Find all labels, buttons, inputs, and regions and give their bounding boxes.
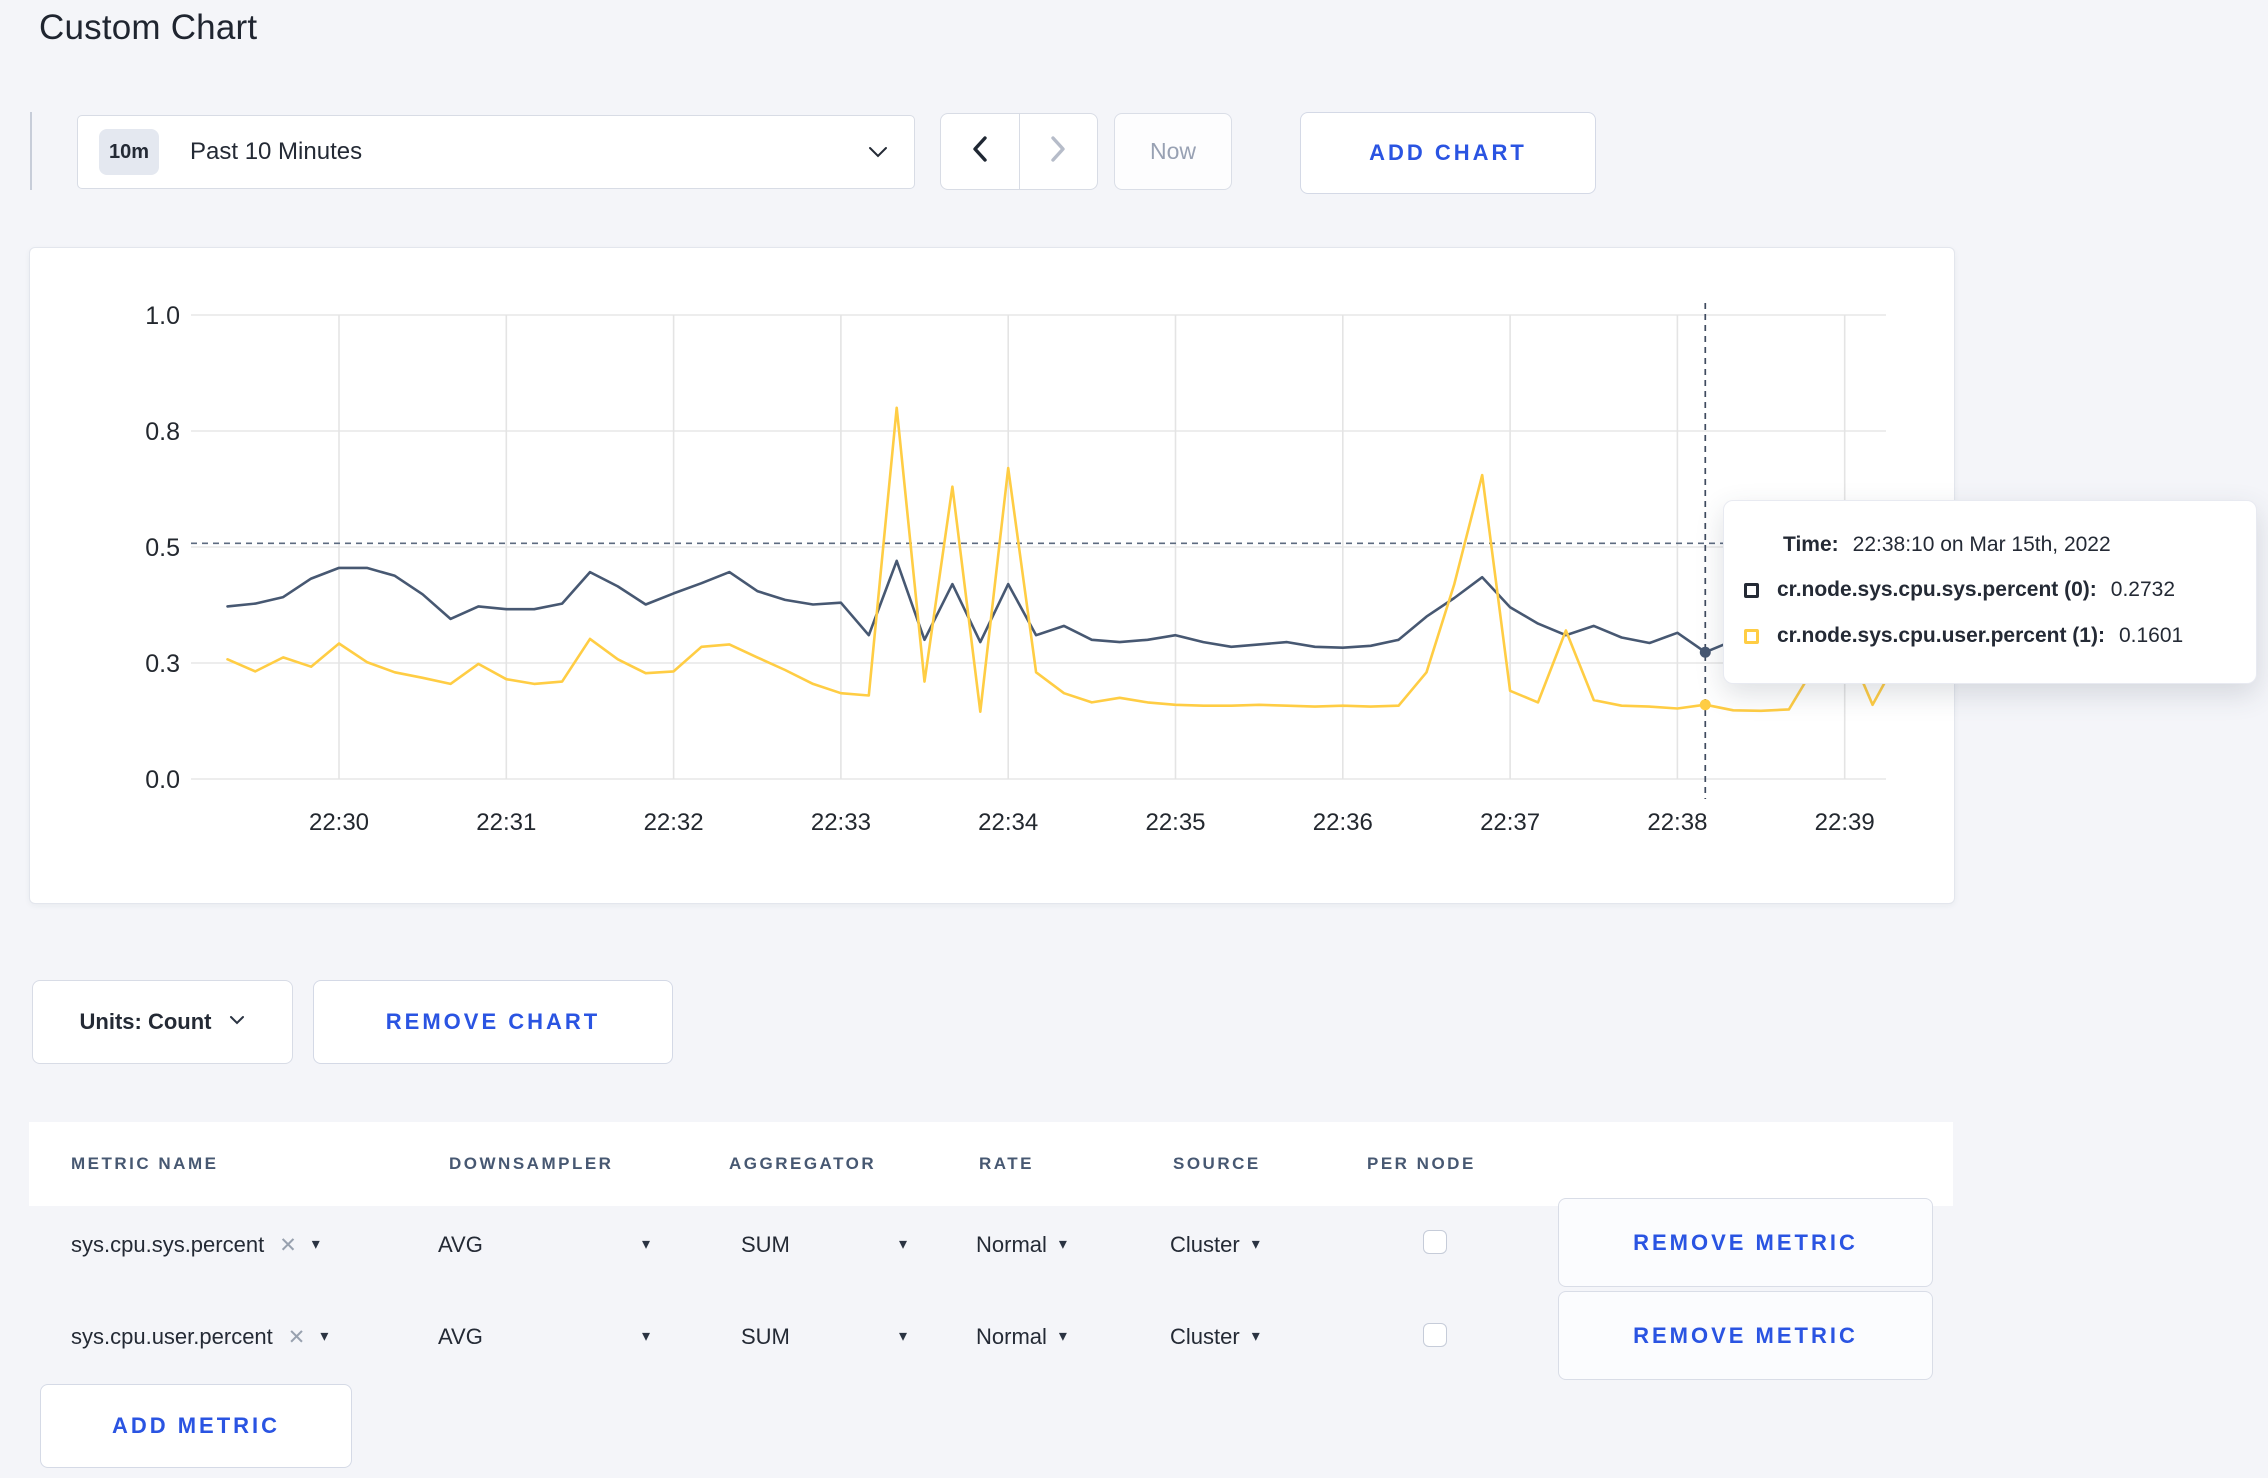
sys-hover-point — [1699, 646, 1711, 658]
column-header-rate: RATE — [979, 1154, 1035, 1173]
caret-down-icon: ▾ — [1058, 1236, 1067, 1253]
downsampler-select[interactable]: AVG ▾ — [438, 1315, 650, 1359]
column-header-per-node: PER NODE — [1367, 1154, 1476, 1173]
downsampler-value: AVG — [438, 1232, 483, 1257]
custom-chart-page: Custom Chart 10m Past 10 Minutes Now ADD… — [0, 0, 2268, 1478]
remove-metric-button[interactable]: REMOVE METRIC — [1558, 1291, 1933, 1380]
x-axis-tick-label: 22:35 — [1145, 809, 1205, 836]
downsampler-select[interactable]: AVG ▾ — [438, 1223, 650, 1267]
x-axis-tick-label: 22:39 — [1815, 809, 1875, 836]
page-title: Custom Chart — [39, 8, 258, 47]
rate-select[interactable]: Normal ▾ — [976, 1223, 1067, 1267]
toolbar-divider — [30, 112, 32, 190]
add-metric-button[interactable]: ADD METRIC — [40, 1384, 352, 1468]
tooltip-sys-value: 0.2732 — [2110, 578, 2176, 601]
y-axis-tick-label: 0.0 — [145, 766, 180, 794]
metric-name-select[interactable]: sys.cpu.user.percent ✕ ▾ — [71, 1315, 328, 1359]
caret-down-icon: ▾ — [1251, 1328, 1260, 1345]
metrics-table-header: METRIC NAME DOWNSAMPLER AGGREGATOR RATE … — [29, 1122, 1953, 1206]
x-axis-tick-label: 22:33 — [811, 809, 871, 836]
rate-value: Normal — [976, 1232, 1047, 1257]
caret-down-icon: ▾ — [898, 1236, 907, 1253]
aggregator-select[interactable]: SUM ▾ — [741, 1315, 907, 1359]
add-chart-button[interactable]: ADD CHART — [1300, 112, 1596, 194]
x-axis-tick-label: 22:31 — [476, 809, 536, 836]
y-axis-tick-label: 0.5 — [145, 534, 180, 562]
cpu-percent-line-chart[interactable]: 0.0 0.3 0.5 0.8 1.0 22:30 22:31 22:32 22:33 22:34… — [30, 248, 1956, 905]
x-axis-tick-label: 22:30 — [309, 809, 369, 836]
clear-metric-icon[interactable]: ✕ — [279, 1235, 297, 1256]
metric-name-value: sys.cpu.sys.percent — [71, 1232, 265, 1257]
x-axis-tick-label: 22:36 — [1313, 809, 1373, 836]
caret-down-icon: ▾ — [320, 1328, 329, 1345]
x-axis-tick-label: 22:32 — [644, 809, 704, 836]
rate-select[interactable]: Normal ▾ — [976, 1315, 1067, 1359]
sys-percent-legend-swatch-icon — [1744, 582, 1759, 598]
source-select[interactable]: Cluster ▾ — [1170, 1315, 1260, 1359]
rate-value: Normal — [976, 1324, 1047, 1349]
next-time-button[interactable] — [1018, 114, 1098, 189]
chart-hover-tooltip: Time: 22:38:10 on Mar 15th, 2022 cr.node… — [1723, 500, 2257, 684]
user-percent-legend-swatch-icon — [1744, 628, 1759, 644]
column-header-aggregator: AGGREGATOR — [729, 1154, 877, 1173]
y-axis-tick-label: 0.8 — [145, 418, 180, 446]
sys-cpu-sys-percent-line — [226, 559, 1902, 656]
column-header-source: SOURCE — [1173, 1154, 1261, 1173]
metric-name-value: sys.cpu.user.percent — [71, 1324, 273, 1349]
caret-down-icon: ▾ — [898, 1328, 907, 1345]
downsampler-value: AVG — [438, 1324, 483, 1349]
metric-name-select[interactable]: sys.cpu.sys.percent ✕ ▾ — [71, 1223, 320, 1267]
aggregator-value: SUM — [741, 1324, 790, 1349]
tooltip-user-name: cr.node.sys.cpu.user.percent (1): — [1777, 624, 2105, 647]
caret-down-icon: ▾ — [311, 1236, 320, 1253]
user-hover-point — [1699, 699, 1711, 711]
time-range-badge: 10m — [99, 129, 159, 175]
x-axis-tick-label: 22:38 — [1647, 809, 1707, 836]
tooltip-sys-name: cr.node.sys.cpu.sys.percent (0): — [1777, 578, 2097, 601]
time-range-dropdown[interactable]: 10m Past 10 Minutes — [77, 115, 915, 189]
source-value: Cluster — [1170, 1232, 1240, 1257]
tooltip-time-value: 22:38:10 on Mar 15th, 2022 — [1852, 533, 2111, 556]
chevron-down-icon — [229, 1013, 245, 1031]
caret-down-icon: ▾ — [1058, 1328, 1067, 1345]
time-range-label: Past 10 Minutes — [190, 138, 363, 165]
now-button[interactable]: Now — [1114, 113, 1232, 190]
tooltip-series-row: cr.node.sys.cpu.sys.percent (0): 0.2732 — [1744, 567, 2232, 613]
remove-metric-button[interactable]: REMOVE METRIC — [1558, 1198, 1933, 1287]
units-dropdown[interactable]: Units: Count — [32, 980, 293, 1064]
x-axis-tick-label: 22:37 — [1480, 809, 1540, 836]
prev-time-button[interactable] — [941, 114, 1019, 189]
source-value: Cluster — [1170, 1324, 1240, 1349]
caret-down-icon: ▾ — [641, 1328, 650, 1345]
tooltip-time-row: Time: 22:38:10 on Mar 15th, 2022 — [1744, 523, 2232, 567]
sys-cpu-user-percent-line — [226, 406, 1902, 714]
per-node-checkbox[interactable] — [1423, 1230, 1447, 1254]
tooltip-series-row: cr.node.sys.cpu.user.percent (1): 0.1601 — [1744, 613, 2232, 659]
time-nav-group — [940, 113, 1098, 190]
source-select[interactable]: Cluster ▾ — [1170, 1223, 1260, 1267]
clear-metric-icon[interactable]: ✕ — [288, 1327, 306, 1348]
units-label: Units: Count — [79, 1009, 212, 1034]
remove-chart-button[interactable]: REMOVE CHART — [313, 980, 673, 1064]
aggregator-select[interactable]: SUM ▾ — [741, 1223, 907, 1267]
chart-card: 0.0 0.3 0.5 0.8 1.0 22:30 22:31 22:32 22:33 22:34… — [29, 247, 1955, 904]
column-header-metric-name: METRIC NAME — [71, 1154, 219, 1173]
y-axis-tick-label: 0.3 — [145, 650, 180, 678]
tooltip-time-label: Time: — [1783, 533, 1839, 556]
chevron-down-icon — [868, 146, 888, 164]
column-header-downsampler: DOWNSAMPLER — [449, 1154, 614, 1173]
aggregator-value: SUM — [741, 1232, 790, 1257]
caret-down-icon: ▾ — [641, 1236, 650, 1253]
x-axis-tick-label: 22:34 — [978, 809, 1038, 836]
y-axis-tick-label: 1.0 — [145, 302, 180, 330]
tooltip-user-value: 0.1601 — [2118, 624, 2184, 647]
chevron-left-icon — [971, 135, 989, 168]
per-node-checkbox[interactable] — [1423, 1323, 1447, 1347]
chevron-right-icon — [1049, 135, 1067, 168]
caret-down-icon: ▾ — [1251, 1236, 1260, 1253]
